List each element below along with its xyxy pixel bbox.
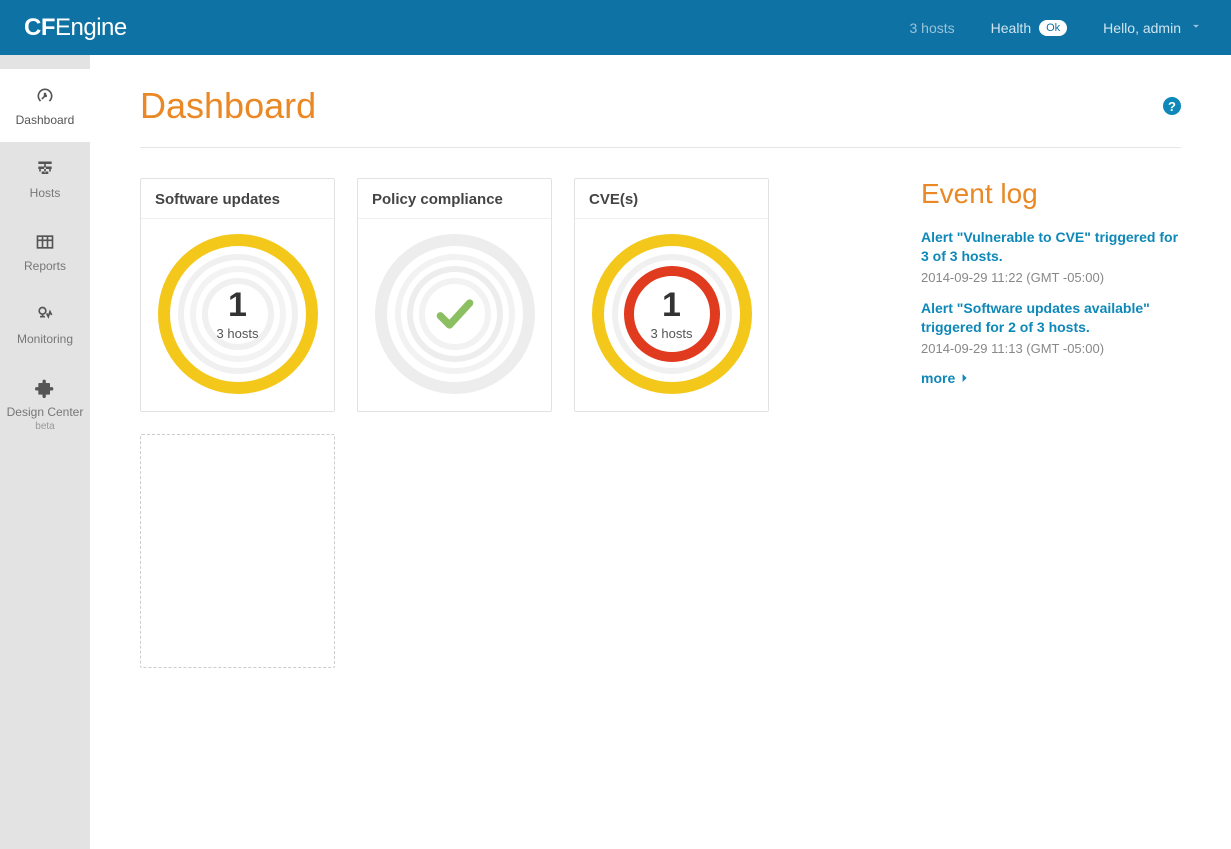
user-greeting: Hello, admin	[1103, 20, 1181, 36]
gauge-icon	[4, 85, 86, 107]
user-menu[interactable]: Hello, admin	[1103, 19, 1203, 36]
checkmark-icon	[375, 234, 535, 394]
card-title: Policy compliance	[358, 179, 551, 219]
page-title: Dashboard	[140, 85, 316, 127]
sidebar-item-hosts[interactable]: Hosts	[0, 142, 90, 215]
puzzle-icon	[4, 377, 86, 399]
card-cves[interactable]: CVE(s) 1 3 hosts	[574, 178, 769, 412]
more-label: more	[921, 370, 955, 386]
sidebar-item-monitoring[interactable]: Monitoring	[0, 288, 90, 361]
card-count: 1	[228, 288, 247, 322]
event-log: Event log Alert "Vulnerable to CVE" trig…	[921, 178, 1181, 386]
sidebar-item-reports[interactable]: Reports	[0, 215, 90, 288]
gauge-icon: 1 3 hosts	[158, 234, 318, 394]
sidebar-item-sublabel: beta	[4, 421, 86, 432]
card-subtitle: 3 hosts	[217, 326, 259, 341]
sidebar-item-label: Design Center	[4, 405, 86, 419]
card-software-updates[interactable]: Software updates 1 3 hosts	[140, 178, 335, 412]
dashboard-cards: Software updates 1 3 hosts	[140, 178, 891, 668]
health-status-badge: Ok	[1039, 20, 1067, 36]
product-logo[interactable]: CFEngine	[24, 14, 127, 42]
event-time: 2014-09-29 11:13 (GMT -05:00)	[921, 341, 1181, 356]
add-card-placeholder[interactable]	[140, 434, 335, 668]
card-title: Software updates	[141, 179, 334, 219]
sidebar: Dashboard Hosts Reports Monitoring Desig…	[0, 55, 90, 849]
event-title[interactable]: Alert "Vulnerable to CVE" triggered for …	[921, 228, 1181, 266]
gauge-ok-icon	[375, 234, 535, 394]
table-icon	[4, 231, 86, 253]
logo-bold: CF	[24, 14, 55, 42]
card-policy-compliance[interactable]: Policy compliance	[357, 178, 552, 412]
gauge-icon: 1 3 hosts	[592, 234, 752, 394]
card-subtitle: 3 hosts	[651, 326, 693, 341]
event-title[interactable]: Alert "Software updates available" trigg…	[921, 299, 1181, 337]
chevron-right-icon	[961, 370, 969, 386]
help-icon[interactable]: ?	[1163, 97, 1181, 115]
event-log-title: Event log	[921, 178, 1181, 210]
sidebar-item-label: Reports	[4, 259, 86, 273]
sidebar-item-design-center[interactable]: Design Center beta	[0, 361, 90, 447]
chevron-down-icon	[1189, 19, 1203, 36]
card-title: CVE(s)	[575, 179, 768, 219]
card-count: 1	[662, 288, 681, 322]
event-log-more[interactable]: more	[921, 370, 1181, 386]
main-content: Dashboard ? Software updates 1	[90, 55, 1231, 849]
hosts-summary: 3 hosts	[910, 20, 955, 36]
hosts-icon	[4, 158, 86, 180]
event-item: Alert "Software updates available" trigg…	[921, 299, 1181, 356]
hosts-summary-text: 3 hosts	[910, 20, 955, 36]
health-label: Health	[991, 20, 1031, 36]
sidebar-item-label: Dashboard	[4, 113, 86, 127]
logo-rest: Engine	[55, 14, 127, 42]
event-item: Alert "Vulnerable to CVE" triggered for …	[921, 228, 1181, 285]
event-time: 2014-09-29 11:22 (GMT -05:00)	[921, 270, 1181, 285]
sidebar-item-label: Monitoring	[4, 332, 86, 346]
sidebar-item-dashboard[interactable]: Dashboard	[0, 69, 90, 142]
health-indicator[interactable]: Health Ok	[991, 20, 1068, 36]
app-header: CFEngine 3 hosts Health Ok Hello, admin	[0, 0, 1231, 55]
heartbeat-icon	[4, 304, 86, 326]
page-title-row: Dashboard ?	[140, 85, 1181, 148]
sidebar-item-label: Hosts	[4, 186, 86, 200]
